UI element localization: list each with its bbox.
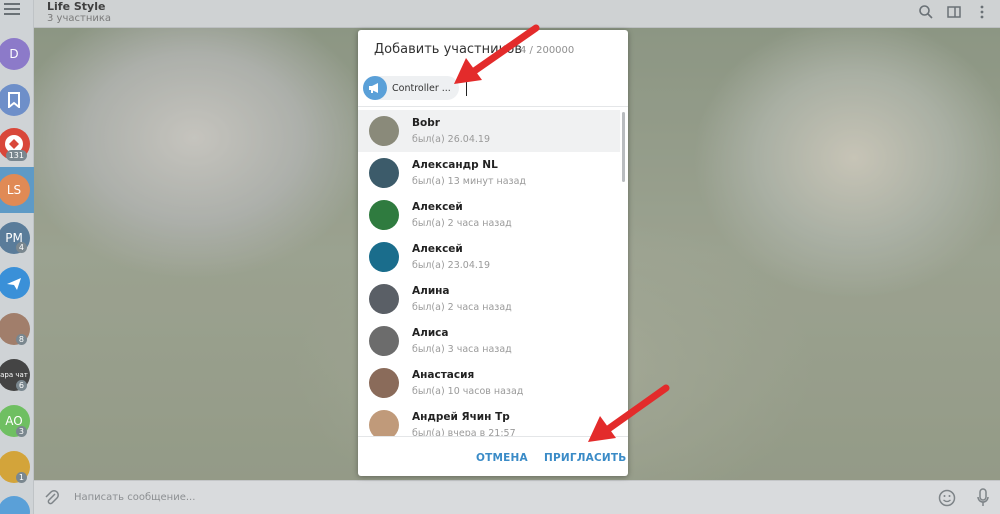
contact-status: был(а) 2 часа назад <box>412 302 512 313</box>
unread-badge: 131 <box>5 150 27 161</box>
avatar <box>369 116 399 146</box>
plane-icon <box>7 278 21 290</box>
contact-name: Алексей <box>412 201 463 213</box>
contact-status: был(а) 10 часов назад <box>412 386 524 397</box>
search-icon[interactable] <box>918 4 936 20</box>
sidebar-toggle-icon[interactable] <box>946 4 964 20</box>
message-input[interactable]: Написать сообщение... <box>74 492 195 503</box>
megaphone-icon <box>363 76 387 100</box>
chat-header: Life Style 3 участника <box>34 0 1000 28</box>
unread-badge: 4 <box>15 242 27 253</box>
contact-name: Андрей Ячин Тр <box>412 411 510 423</box>
contact-row[interactable]: Александр NL был(а) 13 минут назад <box>358 152 620 194</box>
contact-status: был(а) вчера в 21:57 <box>412 428 516 436</box>
chat-title[interactable]: Life Style <box>47 0 105 13</box>
avatar <box>369 200 399 230</box>
contact-row[interactable]: Алиса был(а) 3 часа назад <box>358 320 620 362</box>
avatar <box>369 326 399 356</box>
dialog-title: Добавить участников <box>374 42 523 57</box>
contacts-list: Bobr был(а) 26.04.19 Александр NL был(а)… <box>358 110 628 436</box>
add-members-dialog: Добавить участников 4 / 200000 Controlle… <box>358 30 628 476</box>
unread-badge: 1 <box>15 472 27 483</box>
contact-name: Bobr <box>412 117 440 129</box>
invite-button[interactable]: ПРИГЛАСИТЬ <box>544 452 626 464</box>
member-count: 4 / 200000 <box>520 45 575 56</box>
chat-avatar-partial[interactable] <box>0 496 30 514</box>
contact-row[interactable]: Анастасия был(а) 10 часов назад <box>358 362 620 404</box>
contact-row[interactable]: Bobr был(а) 26.04.19 <box>358 110 620 152</box>
unread-badge: 3 <box>15 426 27 437</box>
attach-icon[interactable] <box>44 489 60 510</box>
contact-name: Алиса <box>412 327 449 339</box>
contact-name: Алина <box>412 285 450 297</box>
selected-member-chip[interactable]: Controller ... <box>363 76 459 100</box>
chat-avatar-plane[interactable] <box>0 267 30 299</box>
contact-row[interactable]: Алексей был(а) 23.04.19 <box>358 236 620 278</box>
contact-status: был(а) 26.04.19 <box>412 134 490 145</box>
unread-badge: 6 <box>15 380 27 391</box>
contact-status: был(а) 23.04.19 <box>412 260 490 271</box>
message-input-bar: Написать сообщение... <box>34 480 1000 514</box>
contact-name: Александр NL <box>412 159 498 171</box>
chat-list-sidebar: D 131 LS PM 4 8 ара чат 6 AO 3 1 <box>0 0 34 514</box>
contact-row[interactable]: Андрей Ячин Тр был(а) вчера в 21:57 <box>358 404 620 436</box>
contact-status: был(а) 2 часа назад <box>412 218 512 229</box>
bookmark-icon <box>8 92 20 108</box>
contact-status: был(а) 13 минут назад <box>412 176 526 187</box>
contact-row[interactable]: Алина был(а) 2 часа назад <box>358 278 620 320</box>
chat-avatar-label: ара чат <box>0 371 28 379</box>
divider <box>358 106 628 107</box>
chat-avatar-label: D <box>9 47 19 61</box>
avatar <box>369 158 399 188</box>
dialog-footer: ОТМЕНА ПРИГЛАСИТЬ <box>358 436 628 476</box>
chat-avatar-d[interactable]: D <box>0 38 30 70</box>
more-vertical-icon[interactable] <box>974 4 992 20</box>
menu-icon[interactable] <box>4 3 20 15</box>
cancel-button[interactable]: ОТМЕНА <box>476 452 528 464</box>
chat-subtitle: 3 участника <box>47 13 112 24</box>
avatar <box>369 242 399 272</box>
contact-name: Анастасия <box>412 369 475 381</box>
chat-avatar-label: LS <box>6 183 22 197</box>
avatar <box>369 410 399 436</box>
chat-avatar-saved[interactable] <box>0 84 30 116</box>
unread-badge: 8 <box>15 334 27 345</box>
search-caret[interactable] <box>466 80 467 96</box>
scrollbar[interactable] <box>622 112 625 182</box>
contact-row[interactable]: Алексей был(а) 2 часа назад <box>358 194 620 236</box>
contact-status: был(а) 3 часа назад <box>412 344 512 355</box>
microphone-icon[interactable] <box>976 488 990 511</box>
contact-name: Алексей <box>412 243 463 255</box>
emoji-icon[interactable] <box>938 489 956 510</box>
avatar <box>369 368 399 398</box>
chip-label: Controller ... <box>392 82 451 94</box>
avatar <box>369 284 399 314</box>
